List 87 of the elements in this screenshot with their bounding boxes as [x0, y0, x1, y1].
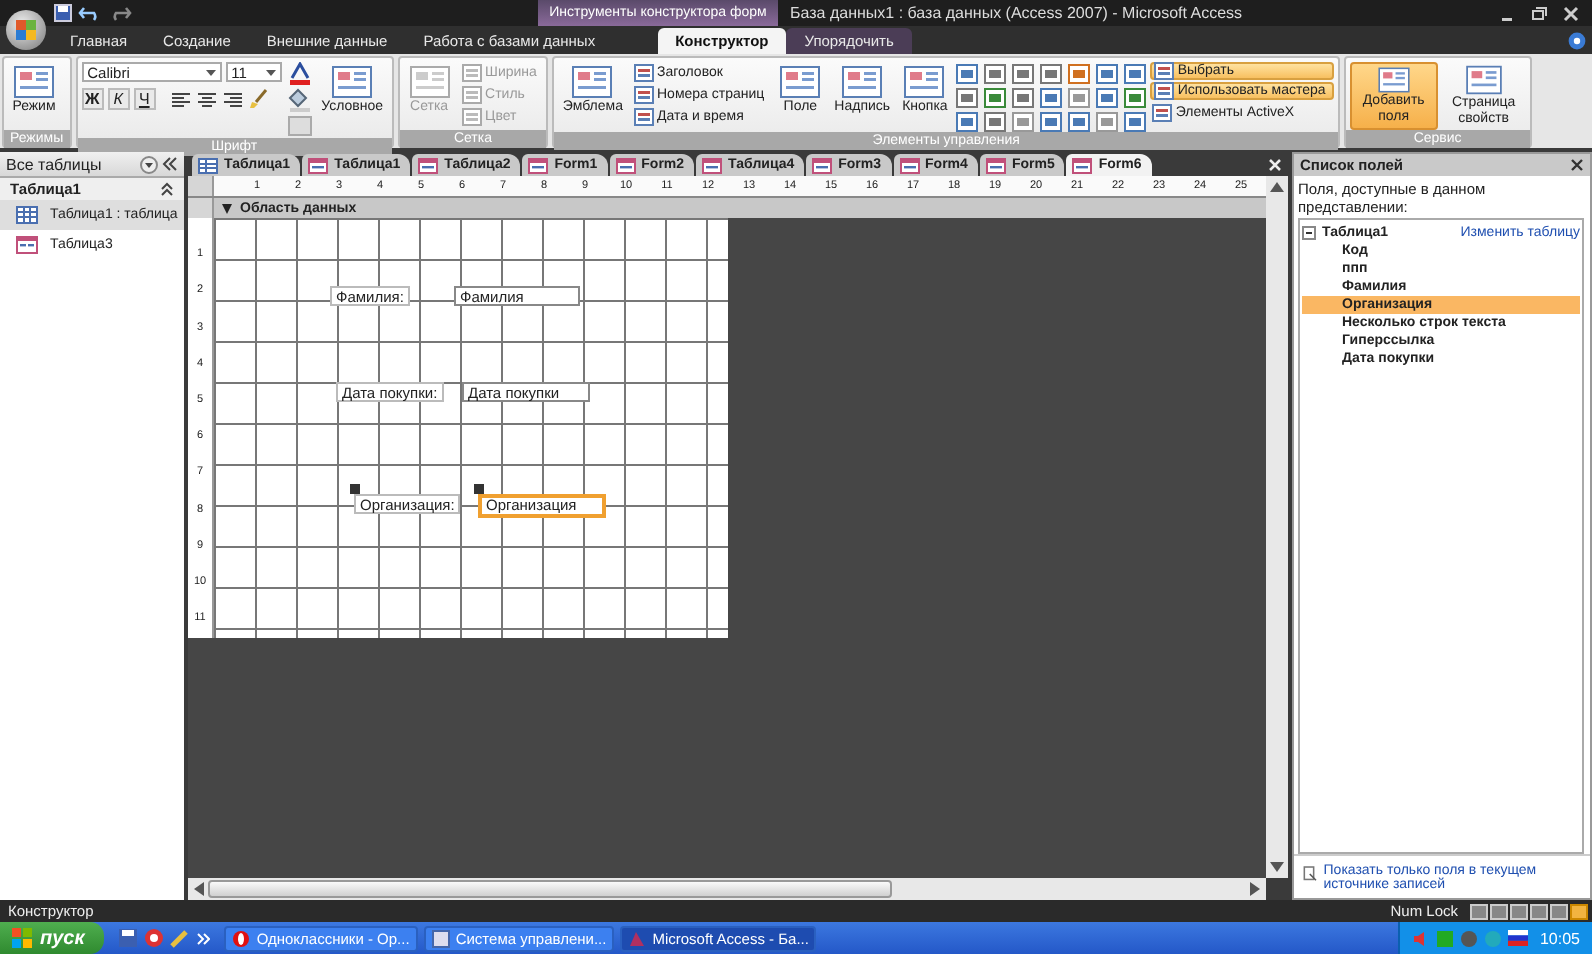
control-tool-icon[interactable] [1039, 64, 1062, 84]
control-tool-icon[interactable] [1039, 88, 1062, 108]
document-icon [570, 64, 615, 100]
format-button[interactable]: Ч [133, 88, 156, 110]
window-title: База данных1 : база данных (Access 2007) - Microsoft Access [790, 4, 1243, 22]
control-tool-icon[interactable] [1123, 112, 1146, 132]
table-icon [16, 206, 38, 224]
scroll-down-icon[interactable] [1270, 862, 1284, 872]
close-icon[interactable] [1570, 158, 1584, 172]
document-icon [330, 64, 375, 100]
control-tool-icon[interactable] [983, 88, 1006, 108]
command-icon [633, 107, 653, 125]
align-icon[interactable] [169, 89, 192, 109]
scroll-left-icon[interactable] [194, 882, 204, 896]
control-tool-icon[interactable] [955, 112, 978, 132]
document-icon [12, 64, 56, 100]
control-tool-icon[interactable] [983, 112, 1006, 132]
collapse-icon[interactable] [162, 156, 178, 172]
app-icon [628, 929, 647, 947]
command-icon [1151, 103, 1172, 121]
control-tool-icon[interactable] [1067, 88, 1090, 108]
align-icon[interactable] [195, 89, 218, 109]
vertical-scrollbar[interactable] [1266, 176, 1288, 878]
collapse-arrow-icon [220, 201, 234, 215]
format-button[interactable]: Ж [81, 88, 104, 110]
flag-icon[interactable] [1507, 930, 1528, 946]
command-icon [461, 85, 482, 103]
redo-icon[interactable] [108, 4, 132, 22]
scrollbar-thumb[interactable] [208, 880, 892, 898]
chevron-icon[interactable] [160, 182, 174, 196]
close-button[interactable] [1562, 5, 1580, 21]
windows-logo-icon [12, 928, 32, 948]
clock: 10:05 [1539, 929, 1580, 947]
format-button[interactable]: К [107, 88, 130, 110]
save-icon[interactable] [54, 4, 72, 22]
align-icon[interactable] [221, 89, 244, 109]
start-button[interactable]: пуск [0, 922, 105, 954]
document-icon [902, 64, 947, 100]
restore-button[interactable] [1530, 5, 1548, 21]
control-tool-icon[interactable] [1123, 88, 1146, 108]
command-icon [461, 107, 482, 125]
collapse-icon[interactable] [1302, 226, 1316, 240]
control-tool-icon[interactable] [1067, 112, 1090, 132]
scroll-up-icon[interactable] [1270, 182, 1284, 192]
command-icon [461, 63, 482, 81]
control-tool-icon[interactable] [1039, 112, 1062, 132]
move-handle[interactable] [474, 484, 484, 494]
undo-icon[interactable] [78, 4, 102, 22]
control-tool-icon[interactable] [983, 64, 1006, 84]
filter-icon [1302, 864, 1318, 884]
control-tool-icon[interactable] [1095, 64, 1118, 84]
move-handle[interactable] [350, 484, 360, 494]
dropdown-icon[interactable] [140, 155, 158, 173]
document-icon [840, 64, 885, 100]
pane-title: Все таблицы [6, 155, 102, 173]
app-icon [431, 929, 450, 947]
font-color-icon[interactable] [285, 62, 314, 86]
horizontal-scrollbar[interactable] [188, 878, 1266, 900]
command-icon [633, 63, 653, 81]
command-icon [633, 85, 653, 103]
control-tool-icon[interactable] [1011, 64, 1034, 84]
control-tool-icon[interactable] [1067, 64, 1090, 84]
save-icon[interactable] [118, 928, 139, 948]
form-icon [16, 236, 38, 254]
circle-icon[interactable] [144, 928, 165, 948]
control-tool-icon[interactable] [1095, 88, 1118, 108]
control-tool-icon[interactable] [955, 64, 978, 84]
scroll-right-icon[interactable] [1250, 882, 1260, 896]
command-icon [1153, 62, 1174, 80]
document-icon [407, 64, 452, 100]
document-icon [778, 64, 823, 100]
brush-icon[interactable] [247, 88, 270, 110]
control-tool-icon[interactable] [1095, 112, 1118, 132]
control-tool-icon[interactable] [955, 88, 978, 108]
help-icon[interactable] [1568, 31, 1586, 49]
office-button[interactable] [6, 10, 46, 50]
app-icon [232, 929, 251, 947]
design-view-icon[interactable] [1570, 903, 1588, 919]
pen-icon[interactable] [170, 928, 191, 948]
control-tool-icon[interactable] [1011, 112, 1034, 132]
command-icon [1153, 82, 1174, 100]
fill-color-icon[interactable] [285, 88, 314, 112]
control-tool-icon[interactable] [1123, 64, 1146, 84]
document-icon [1461, 64, 1506, 96]
dropdown-icon [265, 69, 276, 75]
dropdown-icon [205, 69, 216, 75]
control-tool-icon[interactable] [1011, 88, 1034, 108]
